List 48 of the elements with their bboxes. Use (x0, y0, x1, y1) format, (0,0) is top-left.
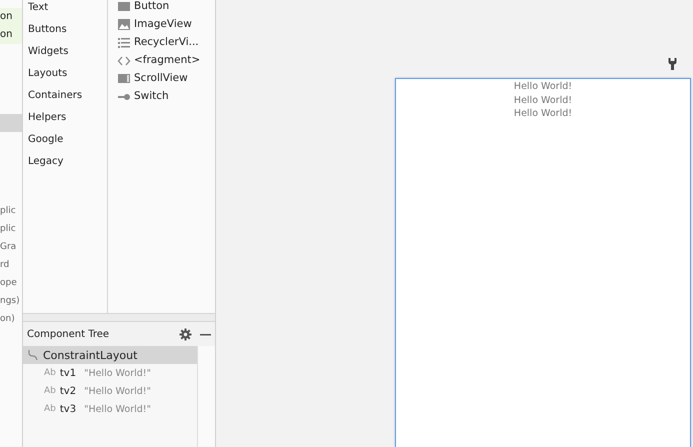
text-view: Hello World! (514, 94, 572, 108)
scroll-view-icon (117, 72, 131, 84)
category-item[interactable]: Helpers (28, 110, 107, 132)
tree-detail: "Hello World!" (84, 368, 151, 378)
panel-title: Component Tree (27, 328, 110, 340)
tree-label: tv1 (60, 368, 76, 378)
category-item[interactable]: Legacy (28, 154, 107, 176)
tree-label: ConstraintLayout (43, 348, 138, 362)
list-item-text: Gra (0, 241, 18, 254)
category-item[interactable]: Buttons (28, 22, 107, 44)
button-icon (117, 0, 131, 12)
text-view: Hello World! (514, 107, 572, 121)
text-view-icon: Ab (44, 386, 56, 396)
category-item[interactable]: Text (28, 0, 107, 22)
list-item-text: ope (0, 277, 18, 290)
list-item-text: ngs) (0, 295, 21, 308)
tree-detail: "Hello World!" (84, 386, 151, 396)
widget-item[interactable]: Switch (134, 90, 169, 102)
image-icon (117, 18, 131, 30)
widget-item[interactable]: ImageView (134, 18, 192, 30)
text-view-icon: Ab (44, 404, 56, 414)
settings-icon[interactable] (179, 328, 192, 340)
tree-row[interactable]: Ab tv2 "Hello World!" (23, 382, 197, 400)
category-item[interactable]: Containers (28, 88, 107, 110)
text-view-icon: Ab (44, 368, 56, 378)
tree-row[interactable]: ConstraintLayout (23, 346, 197, 364)
widget-item[interactable]: Button (134, 0, 170, 12)
tree-label: tv2 (60, 386, 76, 396)
list-item-text: on (0, 8, 22, 26)
list-item-text: on) (0, 313, 16, 326)
category-item[interactable]: Google (28, 132, 107, 154)
tree-detail: "Hello World!" (84, 404, 151, 414)
list-icon (117, 36, 131, 48)
layout-icon (27, 349, 39, 361)
category-item[interactable]: Widgets (28, 44, 107, 66)
widget-item[interactable]: RecyclerVi... (134, 36, 199, 48)
list-item-text: plic (0, 205, 17, 218)
widget-item[interactable]: <fragment> (134, 54, 200, 66)
tree-label: tv3 (60, 404, 76, 414)
list-item-text: rd (0, 259, 10, 272)
tree-row[interactable]: Ab tv3 "Hello World!" (23, 400, 197, 418)
tree-row[interactable]: Ab tv1 "Hello World!" (23, 364, 197, 382)
list-item-text: on (0, 26, 22, 44)
text-view: Hello World! (514, 80, 572, 94)
wrench-icon (668, 58, 677, 70)
category-item[interactable]: Layouts (28, 66, 107, 88)
widget-item[interactable]: ScrollView (134, 72, 188, 84)
list-item-text: plic (0, 223, 17, 236)
